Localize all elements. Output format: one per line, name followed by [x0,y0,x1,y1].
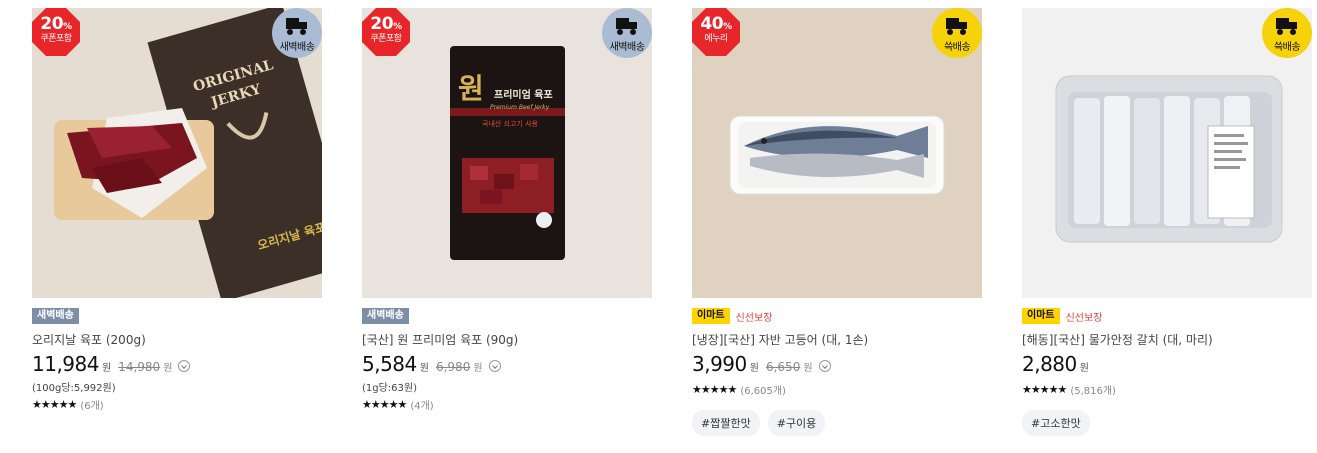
delivery-badge: 새벽배송 [602,8,652,58]
product-title[interactable]: [국산] 원 프리미엄 육포 (90g) [362,332,652,348]
product-title[interactable]: [해동][국산] 물가안정 갈치 (대, 마리) [1022,332,1312,348]
delivery-badge: 쓱배송 [932,8,982,58]
delivery-badge: 새벽배송 [272,8,322,58]
product-title[interactable]: 오리지날 육포 (200g) [32,332,322,348]
product-title[interactable]: [냉장][국산] 자반 고등어 (대, 1손) [692,332,982,348]
product-card-2[interactable]: 원 프리미엄 육포 Premium Beef Jerky 국내산 쇠고기 사용 … [362,8,652,412]
dawn-delivery-tag: 새벽배송 [32,308,79,324]
product-image[interactable]: 40% 에누리 쓱배송 [692,8,982,298]
truck-icon [946,18,967,35]
discount-badge: 20% 쿠폰포함 [32,8,80,56]
review-count: (4개) [410,400,434,412]
product-image[interactable]: ORIGINAL JERKY 오리지날 육포 20% 쿠폰포함 새벽배송 [32,8,322,298]
rating: ★★★★★ (5,816개) [1022,382,1312,397]
hashtag-chip[interactable]: #구이용 [767,410,826,436]
original-price: 6,650 [765,360,801,374]
original-price: 14,980 [118,360,161,374]
hashtag-chip[interactable]: #고소한맛 [1022,410,1090,436]
price-info-icon[interactable] [178,360,191,372]
unit-price: (100g당:5,992원) [32,383,116,394]
delivery-badge: 쓱배송 [1262,8,1312,58]
rating: ★★★★★ (6,605개) [692,382,982,397]
svg-text:Premium Beef Jerky: Premium Beef Jerky [490,104,550,111]
emart-tag: 이마트 [1022,308,1060,324]
truck-icon [1276,18,1297,35]
rating: ★★★★★ (4개) [362,397,652,412]
truck-icon [616,18,637,35]
sale-price: 11,984 [32,352,99,376]
product-card-1[interactable]: ORIGINAL JERKY 오리지날 육포 20% 쿠폰포함 새벽배송 새벽배… [32,8,322,412]
review-count: (6개) [80,400,104,412]
hashtag-chip[interactable]: #짭짤한맛 [692,410,760,436]
review-count: (6,605개) [740,385,786,397]
unit-price: (1g당:63원) [362,383,418,394]
product-card-3[interactable]: 40% 에누리 쓱배송 이마트 신선보장 [냉장][국산] 자반 고등어 (대,… [692,8,982,436]
product-image[interactable]: 쓱배송 [1022,8,1312,298]
price-info-icon[interactable] [488,360,501,372]
product-image[interactable]: 원 프리미엄 육포 Premium Beef Jerky 국내산 쇠고기 사용 … [362,8,652,298]
fresh-guarantee-tag: 신선보장 [735,312,773,324]
dawn-delivery-tag: 새벽배송 [362,308,409,324]
star-rating-icon: ★★★★★ [32,397,77,411]
sale-price: 5,584 [362,352,417,376]
star-rating-icon: ★★★★★ [1022,382,1067,396]
product-card-4[interactable]: 쓱배송 이마트 신선보장 [해동][국산] 물가안정 갈치 (대, 마리) 2,… [1022,8,1312,436]
original-price: 6,980 [435,360,471,374]
sale-price: 3,990 [692,352,747,376]
discount-badge: 40% 에누리 [692,8,740,56]
discount-badge: 20% 쿠폰포함 [362,8,410,56]
svg-text:원: 원 [458,72,484,105]
review-count: (5,816개) [1070,385,1116,397]
price-info-icon[interactable] [818,360,831,372]
emart-tag: 이마트 [692,308,730,324]
star-rating-icon: ★★★★★ [692,382,737,396]
sale-price: 2,880 [1022,352,1077,376]
star-rating-icon: ★★★★★ [362,397,407,411]
svg-text:프리미엄 육포: 프리미엄 육포 [494,88,553,101]
truck-icon [286,18,307,35]
svg-text:국내산 쇠고기 사용: 국내산 쇠고기 사용 [482,119,539,128]
fresh-guarantee-tag: 신선보장 [1065,312,1103,324]
rating: ★★★★★ (6개) [32,397,322,412]
